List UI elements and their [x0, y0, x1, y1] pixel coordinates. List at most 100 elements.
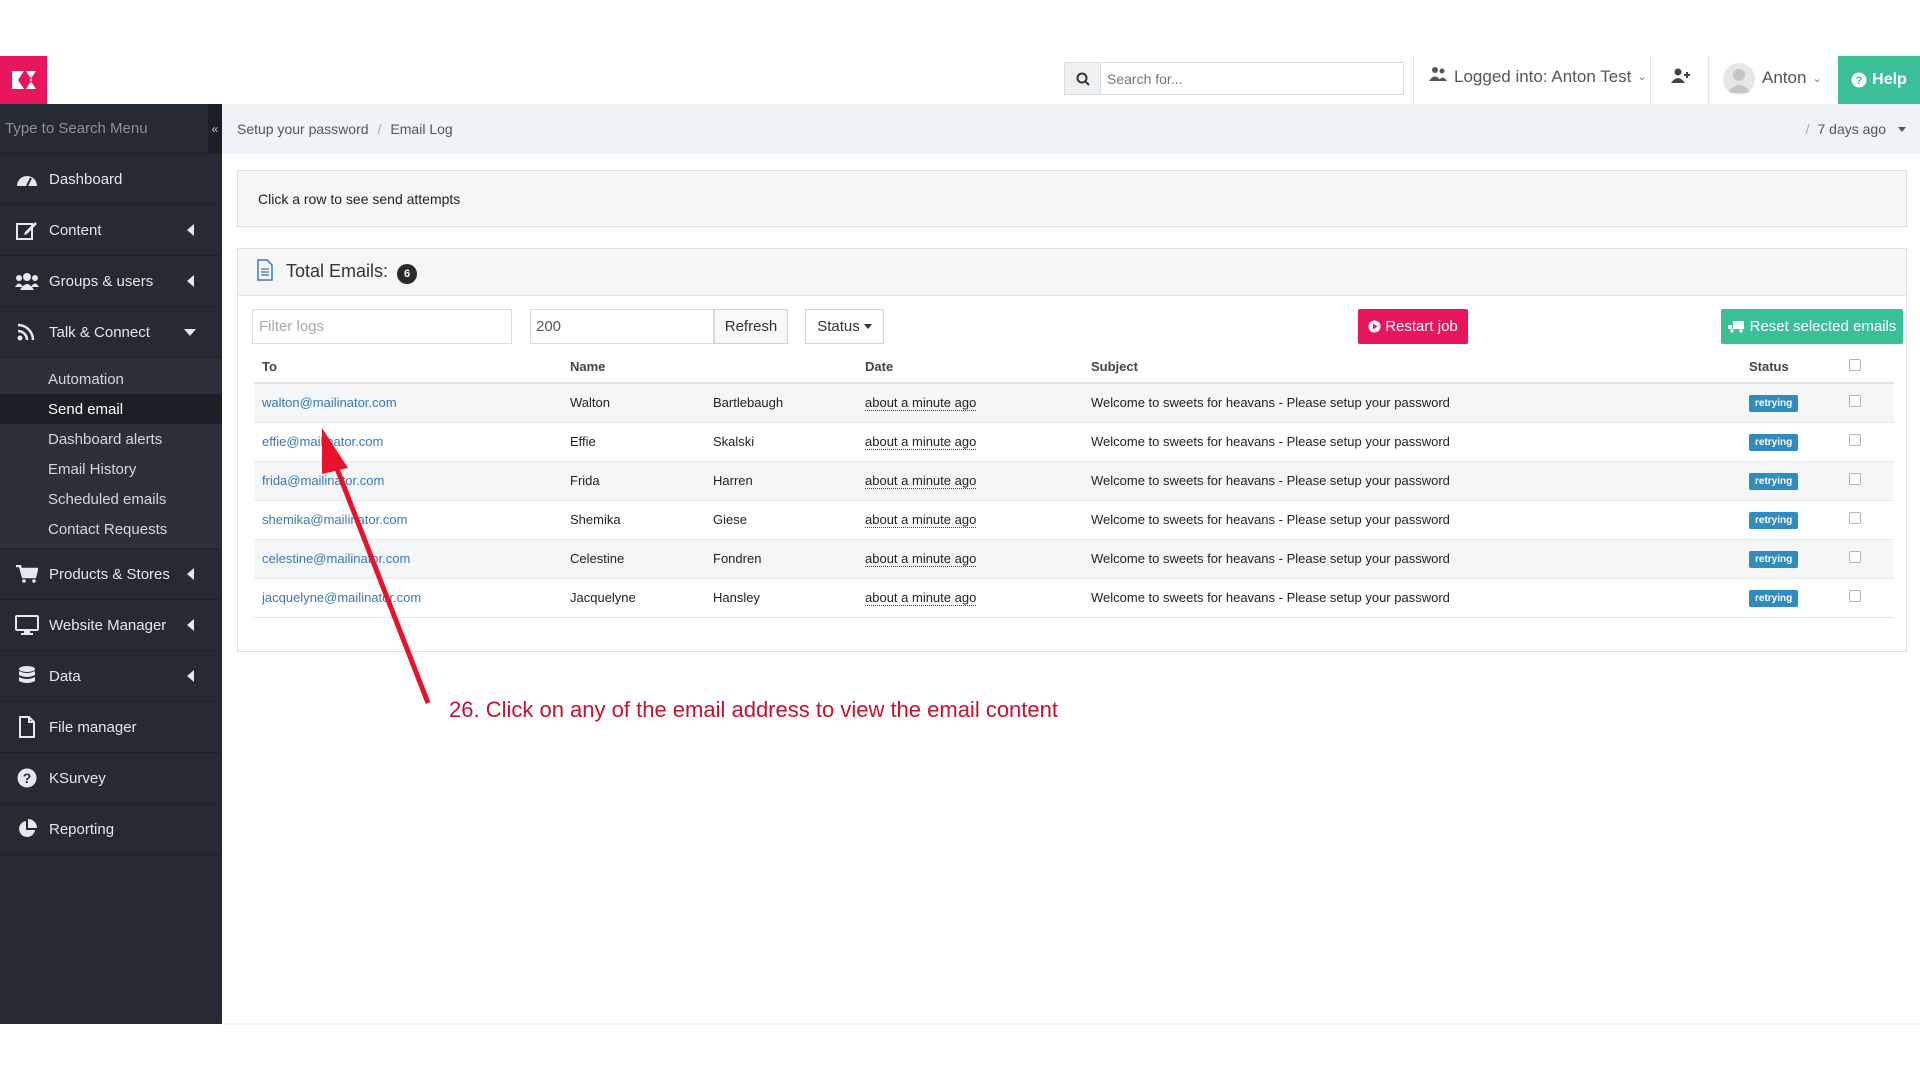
column-header-subject[interactable]: Subject: [1083, 351, 1741, 384]
first-name-cell: Walton: [562, 383, 705, 423]
restart-job-button[interactable]: Restart job: [1358, 309, 1468, 344]
date-cell: about a minute ago: [865, 434, 977, 450]
edit-icon: [14, 219, 40, 241]
app-logo[interactable]: [0, 56, 47, 104]
row-checkbox[interactable]: [1849, 434, 1861, 446]
sidebar-item-file-manager[interactable]: File manager: [0, 702, 222, 753]
users-icon: [1428, 66, 1448, 87]
table-row[interactable]: celestine@mailinator.com Celestine Fondr…: [254, 539, 1894, 579]
column-header-to[interactable]: To: [254, 351, 562, 384]
talk-connect-submenu: Automation Send email Dashboard alerts E…: [0, 358, 222, 549]
table-row[interactable]: jacquelyne@mailinator.com Jacquelyne Han…: [254, 578, 1894, 618]
date-cell: about a minute ago: [865, 590, 977, 606]
panel-title: Total Emails:: [286, 260, 389, 281]
last-name-cell: Hansley: [705, 578, 857, 618]
table-row[interactable]: effie@mailinator.com Effie Skalski about…: [254, 422, 1894, 462]
help-button[interactable]: ? Help: [1838, 56, 1920, 104]
sidebar-item-label: Dashboard: [49, 170, 123, 188]
table-row[interactable]: shemika@mailinator.com Shemika Giese abo…: [254, 500, 1894, 540]
subject-cell: Welcome to sweets for heavans - Please s…: [1083, 422, 1741, 462]
limit-input[interactable]: 200: [530, 309, 714, 344]
caret-left-icon: [187, 619, 194, 631]
sidebar-item-label: Reporting: [49, 820, 115, 838]
table-row[interactable]: frida@mailinator.com Frida Harren about …: [254, 461, 1894, 501]
reset-selected-emails-button[interactable]: Reset selected emails: [1721, 309, 1903, 344]
sidebar-item-scheduled-emails[interactable]: Scheduled emails: [0, 484, 222, 514]
status-dropdown[interactable]: Status: [805, 309, 884, 344]
account-switcher[interactable]: Logged into: Anton Test ⌄: [1428, 66, 1647, 87]
truck-icon: [1727, 321, 1744, 333]
subject-cell: Welcome to sweets for heavans - Please s…: [1083, 578, 1741, 618]
app-root: Logged into: Anton Test ⌄ Anton ⌄ ? Help…: [0, 0, 1920, 1080]
avatar[interactable]: [1723, 63, 1755, 95]
logo-icon: [11, 71, 36, 89]
user-name: Anton: [1762, 68, 1807, 87]
sidebar-item-dashboard-alerts[interactable]: Dashboard alerts: [0, 424, 222, 454]
table-row[interactable]: walton@mailinator.com Walton Bartlebaugh…: [254, 383, 1894, 423]
email-link[interactable]: walton@mailinator.com: [262, 395, 397, 410]
sidebar-item-talk-connect[interactable]: Talk & Connect: [0, 307, 222, 358]
question-circle-icon: ?: [1851, 72, 1867, 88]
play-circle-icon: [1368, 320, 1381, 333]
sidebar-item-reporting[interactable]: Reporting: [0, 804, 222, 855]
count-badge: 6: [397, 263, 418, 284]
dashboard-icon: [14, 168, 40, 190]
sidebar-item-send-email[interactable]: Send email: [0, 394, 222, 424]
search-input[interactable]: [1101, 63, 1403, 94]
column-header-status[interactable]: Status: [1741, 351, 1841, 384]
column-header-blank: [705, 351, 857, 384]
search-icon[interactable]: [1065, 63, 1101, 94]
sidebar-item-website-manager[interactable]: Website Manager: [0, 600, 222, 651]
question-icon: ?: [14, 767, 40, 789]
sidebar-item-content[interactable]: Content: [0, 205, 222, 256]
time-range-selector[interactable]: / 7 days ago: [1806, 121, 1906, 137]
row-checkbox[interactable]: [1849, 551, 1861, 563]
email-link[interactable]: celestine@mailinator.com: [262, 551, 410, 566]
caret-down-icon: [1898, 126, 1906, 132]
row-checkbox[interactable]: [1849, 590, 1861, 602]
subject-cell: Welcome to sweets for heavans - Please s…: [1083, 500, 1741, 540]
email-link[interactable]: shemika@mailinator.com: [262, 512, 407, 527]
sidebar-item-groups-users[interactable]: Groups & users: [0, 256, 222, 307]
sidebar-item-contact-requests[interactable]: Contact Requests: [0, 514, 222, 544]
last-name-cell: Fondren: [705, 539, 857, 579]
sidebar-item-label: Groups & users: [49, 272, 154, 290]
subject-cell: Welcome to sweets for heavans - Please s…: [1083, 539, 1741, 579]
email-link[interactable]: effie@mailinator.com: [262, 434, 383, 449]
breadcrumb-separator: /: [377, 121, 382, 137]
email-log-table: To Name Date Subject Status walton@maili…: [254, 351, 1894, 618]
row-checkbox[interactable]: [1849, 473, 1861, 485]
breadcrumb-item[interactable]: Setup your password: [237, 121, 369, 137]
filter-logs-input[interactable]: Filter logs: [252, 309, 512, 344]
row-checkbox[interactable]: [1849, 512, 1861, 524]
column-header-date[interactable]: Date: [857, 351, 1083, 384]
email-log-panel: Total Emails: 6 Filter logs 200 Refresh …: [237, 248, 1907, 652]
caret-down-icon: [184, 329, 196, 336]
sidebar-item-email-history[interactable]: Email History: [0, 454, 222, 484]
cart-icon: [14, 563, 40, 585]
caret-left-icon: [187, 224, 194, 236]
sidebar-item-dashboard[interactable]: Dashboard: [0, 154, 222, 205]
collapse-sidebar-icon[interactable]: «: [208, 104, 222, 154]
select-all-checkbox[interactable]: [1841, 351, 1894, 384]
email-link[interactable]: frida@mailinator.com: [262, 473, 384, 488]
sidebar-item-data[interactable]: Data: [0, 651, 222, 702]
user-menu[interactable]: Anton ⌄: [1762, 68, 1822, 88]
add-user-icon[interactable]: [1670, 68, 1690, 89]
divider: [1650, 56, 1651, 104]
column-header-name[interactable]: Name: [562, 351, 705, 384]
date-cell: about a minute ago: [865, 473, 977, 489]
sidebar-item-products-stores[interactable]: Products & Stores: [0, 549, 222, 600]
sidebar-item-automation[interactable]: Automation: [0, 364, 222, 394]
email-link[interactable]: jacquelyne@mailinator.com: [262, 590, 421, 605]
menu-search[interactable]: Type to Search Menu «: [0, 104, 222, 154]
first-name-cell: Frida: [562, 461, 705, 501]
caret-left-icon: [187, 275, 194, 287]
refresh-button[interactable]: Refresh: [714, 309, 788, 344]
sidebar-item-ksurvey[interactable]: ? KSurvey: [0, 753, 222, 804]
row-checkbox[interactable]: [1849, 395, 1861, 408]
info-message: Click a row to see send attempts: [237, 170, 1907, 227]
status-badge: retrying: [1749, 433, 1799, 451]
users-icon: [14, 270, 40, 292]
sidebar-item-label: Talk & Connect: [49, 323, 150, 341]
